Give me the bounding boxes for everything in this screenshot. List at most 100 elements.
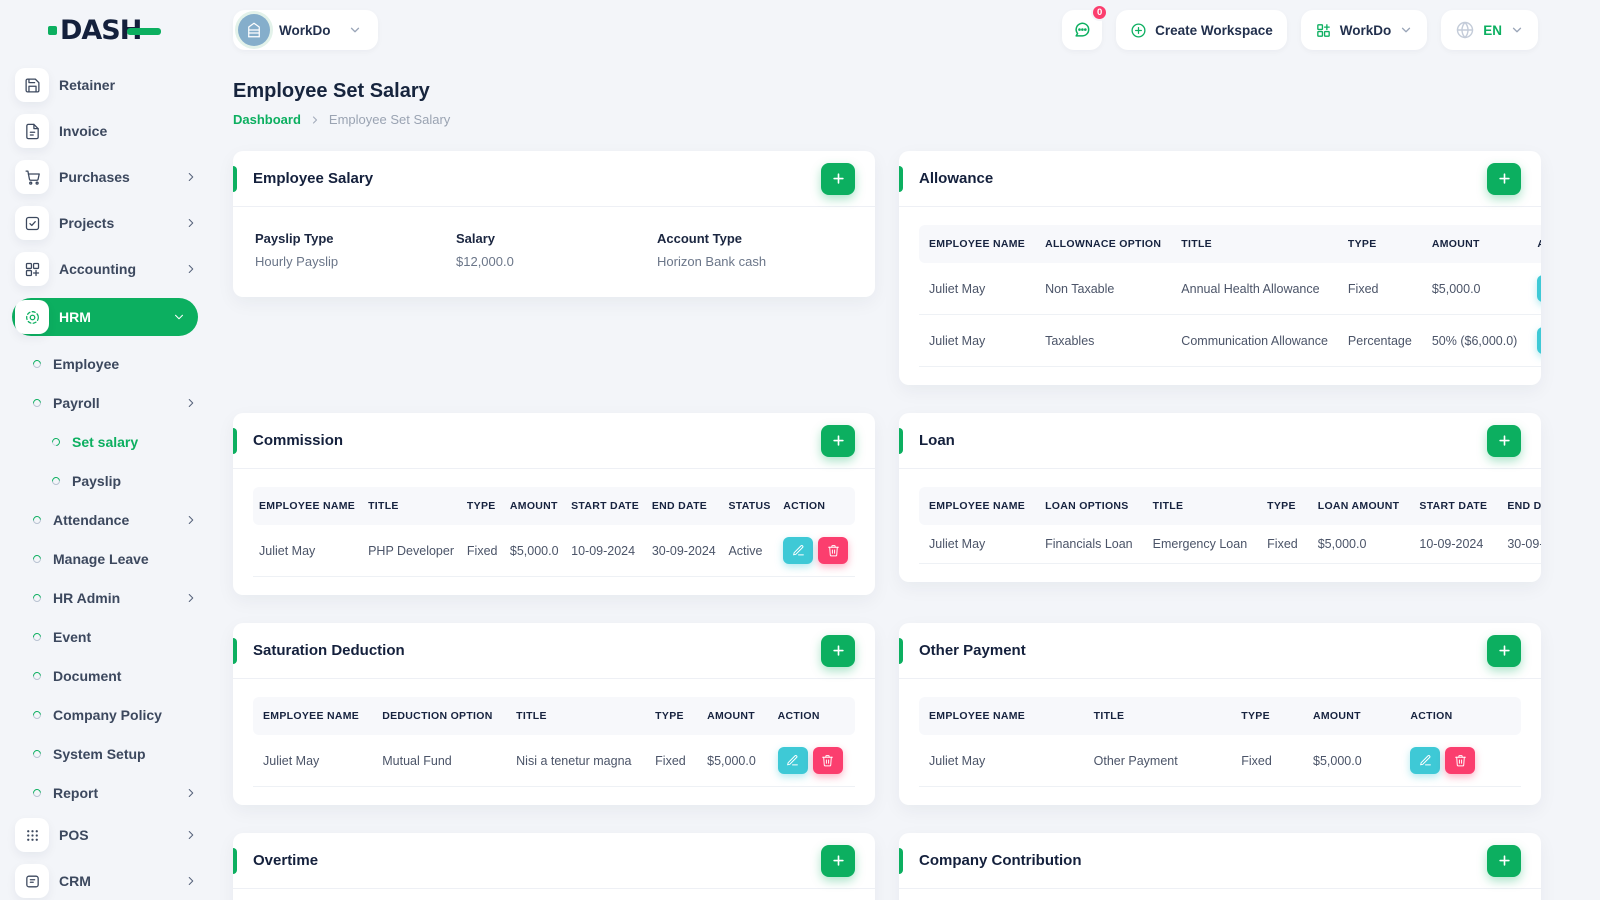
add-employee-salary-button[interactable] [821, 162, 855, 195]
card-accent [899, 166, 903, 192]
column-header: AMOUNT [697, 697, 768, 735]
table-cell: Juliet May [919, 735, 1084, 787]
chevron-right-icon [188, 218, 194, 228]
sidebar-item-accounting[interactable]: Accounting [15, 252, 198, 286]
sidebar-item-set-salary[interactable]: Set salary [15, 428, 198, 455]
sidebar-item-employee[interactable]: Employee [15, 350, 198, 377]
create-workspace-button[interactable]: Create Workspace [1116, 10, 1287, 50]
bullet-icon [31, 591, 43, 604]
language-code: EN [1483, 22, 1502, 38]
edit-button[interactable] [783, 537, 814, 564]
add-company-contribution-button[interactable] [1487, 844, 1521, 877]
sidebar-item-label: Invoice [59, 123, 108, 139]
plus-icon [1498, 645, 1510, 656]
chevron-down-icon [1512, 27, 1522, 33]
table-row: Juliet May PHP Developer Fixed $5,000.0 10-0… [253, 525, 855, 577]
sidebar-item-hr-admin[interactable]: HR Admin [15, 584, 198, 611]
sidebar-item-document[interactable]: Document [15, 662, 198, 689]
workdo-menu-button[interactable]: WorkDo [1300, 10, 1428, 50]
delete-button[interactable] [1445, 747, 1476, 774]
card-loan: Loan EMPLOYEE NAME LOAN OPTIONS TITLE TYPE L… [899, 413, 1541, 582]
allowance-table: EMPLOYEE NAME ALLOWNACE OPTION TITLE TYPE AM… [919, 225, 1541, 367]
bullet-icon [31, 552, 43, 565]
sidebar-item-label: Payroll [53, 394, 100, 411]
table-cell: Fixed [1257, 525, 1308, 564]
card-title: Saturation Deduction [253, 642, 405, 659]
table-cell: Fixed [1231, 735, 1303, 787]
sidebar-item-hrm[interactable]: HRM [12, 298, 198, 336]
table-cell: Juliet May [919, 263, 1036, 315]
table-cell: Fixed [460, 525, 504, 577]
table-cell: Other Payment [1083, 735, 1232, 787]
sidebar-item-pos[interactable]: POS [15, 818, 198, 852]
bullet-icon [31, 786, 43, 799]
topbar-actions: 0 Create Workspace WorkDo EN [1062, 4, 1538, 50]
sidebar-item-retainer[interactable]: Retainer [15, 68, 198, 102]
add-loan-button[interactable] [1487, 424, 1521, 457]
column-header: START DATE [1409, 487, 1498, 525]
plus-icon [1498, 855, 1510, 866]
table-cell: 10-09-2024 [565, 525, 646, 577]
sidebar-item-payroll[interactable]: Payroll [15, 389, 198, 416]
edit-button[interactable] [777, 747, 808, 774]
sidebar-item-event[interactable]: Event [15, 623, 198, 650]
table-cell: Taxables [1035, 314, 1172, 367]
field-value: Hourly Payslip [255, 254, 339, 269]
accounting-icon-box [15, 252, 49, 286]
add-overtime-button[interactable] [821, 844, 855, 877]
table-row: Juliet May Non Taxable Annual Health Allow… [919, 263, 1541, 315]
table-cell: Communication Allowance [1171, 314, 1338, 367]
field-label: Payslip Type [255, 231, 334, 246]
breadcrumb-dashboard-link[interactable]: Dashboard [233, 112, 301, 127]
sidebar-item-report[interactable]: Report [15, 779, 198, 806]
card-other-payment: Other Payment EMPLOYEE NAME TITLE TYPE AMOU… [899, 623, 1541, 805]
sidebar-item-projects[interactable]: Projects [15, 206, 198, 240]
sidebar-item-system-setup[interactable]: System Setup [15, 740, 198, 767]
sidebar-item-crm[interactable]: CRM [15, 864, 198, 898]
pencil-icon [787, 755, 799, 766]
app-logo[interactable]: DASH [48, 15, 210, 46]
table-cell: Juliet May [919, 525, 1036, 564]
table-cell: $5,000.0 [503, 525, 566, 577]
column-header: TITLE [506, 697, 646, 735]
column-header: EMPLOYEE NAME [919, 697, 1084, 735]
delete-button[interactable] [818, 537, 849, 564]
column-header: EMPLOYEE NAME [253, 697, 373, 735]
sidebar-item-attendance[interactable]: Attendance [15, 506, 198, 533]
other_payment-table: EMPLOYEE NAME TITLE TYPE AMOUNT ACTION Juliet… [919, 697, 1521, 787]
sidebar: Retainer Invoice Purchases Projects Accounti… [0, 60, 210, 900]
edit-button[interactable] [1537, 275, 1541, 302]
card-accent [233, 166, 237, 192]
add-commission-button[interactable] [821, 424, 855, 457]
column-header: EMPLOYEE NAME [919, 487, 1036, 525]
column-header: TITLE [1171, 225, 1338, 263]
workspace-switcher[interactable]: WorkDo [233, 10, 378, 50]
cart-icon-box [15, 160, 49, 194]
workspace-avatar [238, 14, 270, 46]
sidebar-item-company-policy[interactable]: Company Policy [15, 701, 198, 728]
column-header: TITLE [1083, 697, 1232, 735]
table-cell: Annual Health Allowance [1171, 263, 1338, 315]
edit-button[interactable] [1410, 747, 1441, 774]
sidebar-item-label: Accounting [59, 261, 136, 277]
column-header: ACTION [777, 487, 855, 525]
tasks-icon [25, 216, 39, 230]
edit-button[interactable] [1537, 327, 1541, 354]
add-allowance-button[interactable] [1487, 162, 1521, 195]
sidebar-item-invoice[interactable]: Invoice [15, 114, 198, 148]
column-header: ALLOWNACE OPTION [1035, 225, 1172, 263]
language-selector[interactable]: EN [1441, 10, 1538, 50]
sidebar-item-label: Report [53, 784, 99, 801]
chevron-down-icon [350, 27, 359, 33]
card-title: Allowance [919, 170, 994, 187]
delete-button[interactable] [812, 747, 843, 774]
card-accent [899, 638, 903, 664]
add-other-payment-button[interactable] [1487, 634, 1521, 667]
sidebar-item-manage-leave[interactable]: Manage Leave [15, 545, 198, 572]
sidebar-item-payslip[interactable]: Payslip [15, 467, 198, 494]
add-saturation-deduction-button[interactable] [821, 634, 855, 667]
globe-icon [1457, 21, 1474, 39]
sidebar-item-purchases[interactable]: Purchases [15, 160, 198, 194]
messages-button[interactable]: 0 [1062, 4, 1109, 50]
grid-plus-icon [1316, 23, 1330, 37]
